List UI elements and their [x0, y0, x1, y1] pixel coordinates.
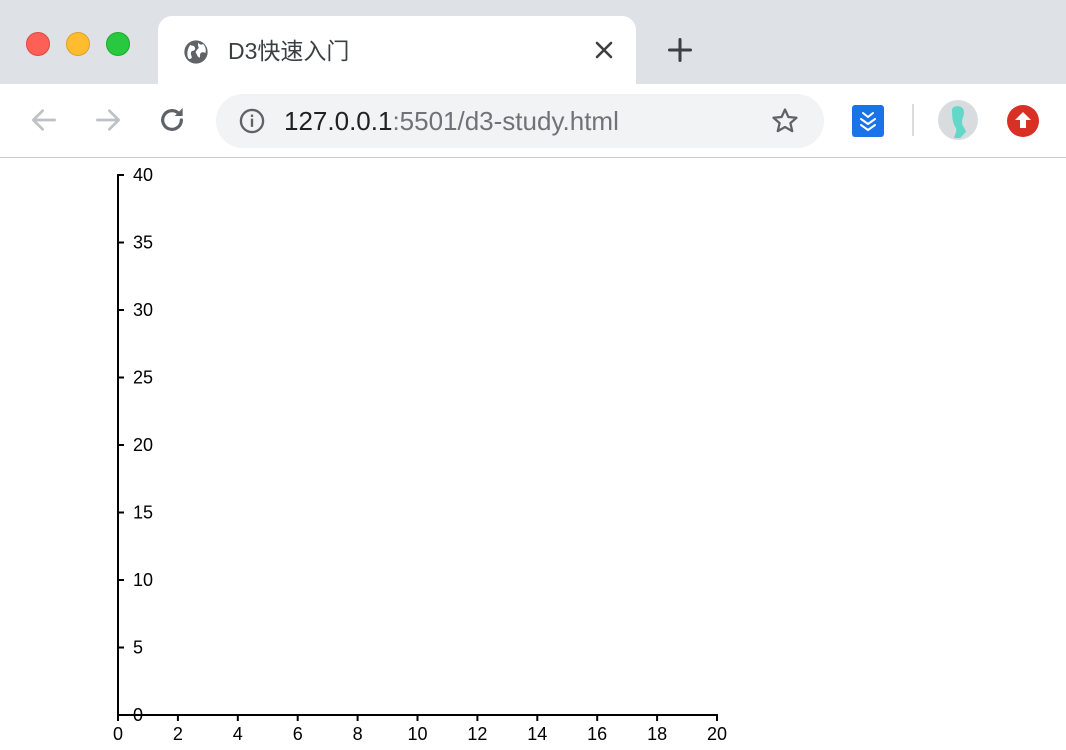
avatar[interactable] [938, 100, 978, 140]
y-tick-label: 40 [133, 165, 153, 185]
window-minimize-button[interactable] [66, 32, 90, 56]
y-tick-label: 30 [133, 300, 153, 320]
x-tick-label: 10 [407, 724, 427, 744]
y-tick-label: 10 [133, 570, 153, 590]
y-tick-label: 5 [133, 638, 143, 658]
address-bar[interactable]: 127.0.0.1:5501/d3-study.html [216, 94, 824, 148]
reload-icon[interactable] [156, 104, 188, 136]
page-content: 0 2 4 6 8 10 12 14 16 18 20 0 5 10 15 20 25 30 35 40 [0, 158, 1066, 750]
url-text[interactable]: 127.0.0.1:5501/d3-study.html [284, 105, 619, 137]
avatar-figure-icon [952, 106, 966, 138]
x-tick-label: 4 [233, 724, 243, 744]
extension-icon[interactable] [852, 105, 884, 137]
bookmark-star-icon[interactable] [770, 106, 800, 136]
x-tick-label: 14 [527, 724, 547, 744]
close-tab-icon[interactable] [592, 38, 616, 62]
window-maximize-button[interactable] [106, 32, 130, 56]
x-tick-label: 6 [293, 724, 303, 744]
globe-icon [184, 40, 208, 64]
url-path: :5501/d3-study.html [392, 106, 619, 136]
browser-titlebar: D3快速入门 [0, 0, 1066, 84]
browser-toolbar: 127.0.0.1:5501/d3-study.html [0, 84, 1066, 158]
y-tick-label: 0 [133, 705, 143, 725]
y-tick-label: 25 [133, 368, 153, 388]
toolbar-separator [912, 104, 914, 136]
back-arrow-icon[interactable] [28, 104, 60, 136]
y-tick-label: 20 [133, 435, 153, 455]
x-tick-label: 12 [467, 724, 487, 744]
x-tick-label: 20 [707, 724, 727, 744]
x-tick-label: 18 [647, 724, 667, 744]
forward-arrow-icon[interactable] [92, 104, 124, 136]
upload-extension-icon[interactable] [1006, 104, 1040, 138]
chart-svg: 0 2 4 6 8 10 12 14 16 18 20 0 5 10 15 20 25 30 35 40 [113, 165, 727, 744]
info-icon[interactable] [238, 107, 266, 135]
tab-title: D3快速入门 [228, 38, 350, 64]
y-tick-label: 15 [133, 503, 153, 523]
x-tick-label: 16 [587, 724, 607, 744]
y-tick-label: 35 [133, 233, 153, 253]
x-tick-label: 0 [113, 724, 123, 744]
window-close-button[interactable] [26, 32, 50, 56]
x-tick-label: 2 [173, 724, 183, 744]
url-host: 127.0.0.1 [284, 106, 393, 136]
x-tick-label: 8 [353, 724, 363, 744]
browser-tab[interactable]: D3快速入门 [158, 16, 636, 84]
new-tab-icon[interactable] [666, 36, 694, 64]
